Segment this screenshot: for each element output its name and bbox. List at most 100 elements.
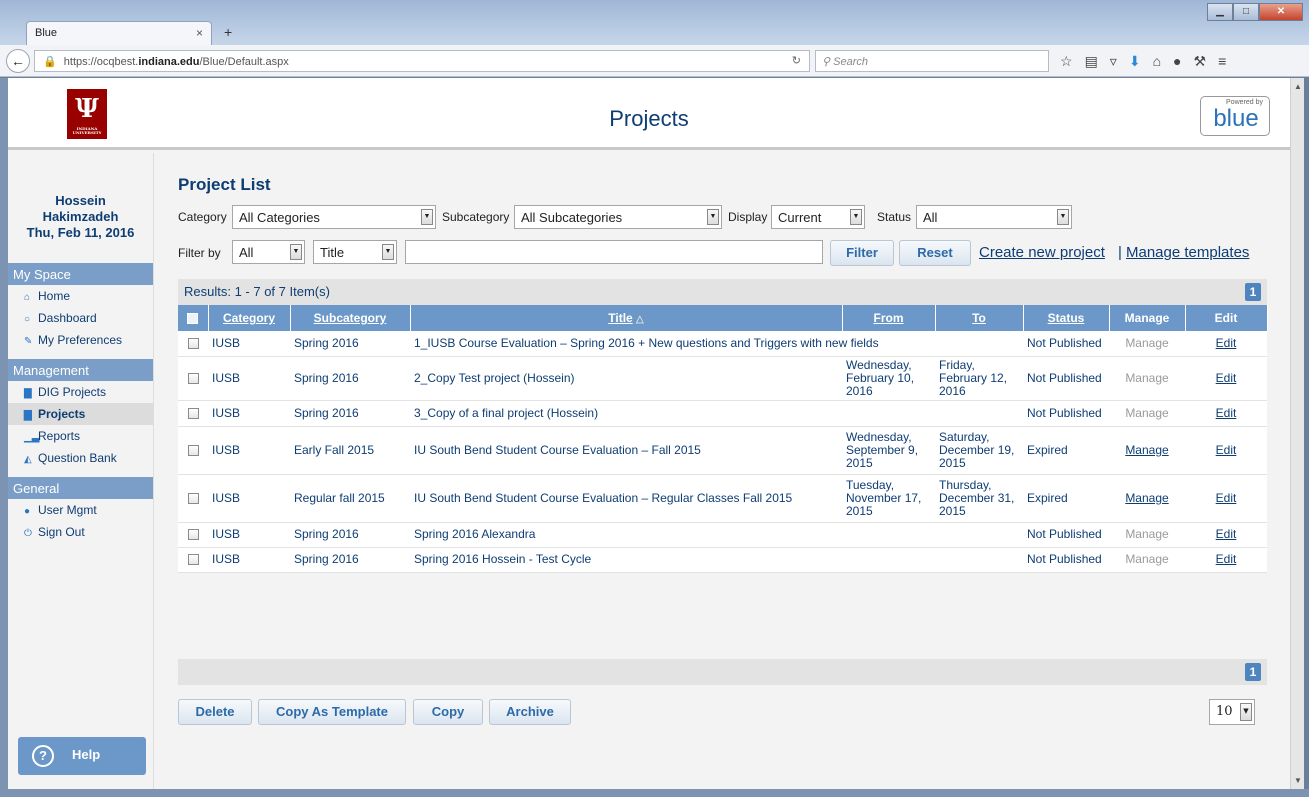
manage-link-disabled: Manage bbox=[1109, 522, 1185, 548]
cell-to: Saturday, December 19, 2015 bbox=[935, 426, 1023, 475]
cell-title: IU South Bend Student Course Evaluation … bbox=[410, 474, 842, 523]
manage-link[interactable]: Manage bbox=[1109, 474, 1185, 523]
page-number-bottom[interactable]: 1 bbox=[1245, 663, 1261, 681]
user-icon: ● bbox=[24, 506, 31, 517]
col-title[interactable]: Title △ bbox=[410, 305, 843, 331]
table-row: IUSB Spring 2016 Spring 2016 Hossein - T… bbox=[178, 547, 1267, 573]
edit-link[interactable]: Edit bbox=[1185, 547, 1267, 573]
edit-link[interactable]: Edit bbox=[1185, 522, 1267, 548]
manage-link-disabled: Manage bbox=[1109, 331, 1185, 357]
sidebar-item-reports[interactable]: ▁▃Reports bbox=[8, 425, 153, 447]
sidebar-item-preferences[interactable]: ✎ My Preferences bbox=[8, 329, 153, 351]
results-bar: Results: 1 - 7 of 7 Item(s) 1 bbox=[178, 279, 1267, 305]
col-subcategory[interactable]: Subcategory bbox=[290, 305, 411, 331]
sidebar-item-label: Home bbox=[38, 289, 71, 303]
status-select[interactable]: All ▼ bbox=[916, 205, 1072, 229]
display-select[interactable]: Current ▼ bbox=[771, 205, 865, 229]
sidebar-item-home[interactable]: ⌂ Home bbox=[8, 285, 153, 307]
filter-button[interactable]: Filter bbox=[830, 240, 894, 266]
copy-as-template-button[interactable]: Copy As Template bbox=[258, 699, 406, 725]
menu-icon[interactable]: ≡ bbox=[1218, 53, 1226, 70]
edit-link[interactable]: Edit bbox=[1185, 331, 1267, 357]
toolbar-icons: ☆ ▤ ▿ ⬇ ⌂ ● ⚒ ≡ bbox=[1060, 53, 1226, 70]
cell-category: IUSB bbox=[208, 331, 290, 357]
sidebar-item-label: User Mgmt bbox=[38, 503, 97, 517]
power-icon: ⏻ bbox=[24, 528, 32, 539]
back-arrow-icon[interactable]: ← bbox=[6, 49, 30, 73]
col-category[interactable]: Category bbox=[208, 305, 291, 331]
scroll-down-icon[interactable]: ▼ bbox=[1294, 776, 1302, 785]
scroll-up-icon[interactable]: ▲ bbox=[1294, 82, 1302, 91]
row-checkbox[interactable] bbox=[178, 400, 208, 427]
sidebar-section-management: Management bbox=[8, 359, 153, 381]
bookmark-star-icon[interactable]: ☆ bbox=[1060, 53, 1073, 70]
archive-button[interactable]: Archive bbox=[489, 699, 571, 725]
browser-tab[interactable]: Blue × bbox=[26, 21, 212, 45]
sidebar-item-question-bank[interactable]: ◭ Question Bank bbox=[8, 447, 153, 469]
row-checkbox[interactable] bbox=[178, 522, 208, 548]
sidebar-item-label: My Preferences bbox=[38, 333, 123, 347]
edit-link[interactable]: Edit bbox=[1185, 426, 1267, 475]
wrench-icon[interactable]: ⚒ bbox=[1194, 53, 1207, 70]
filter-text-input[interactable] bbox=[405, 240, 823, 264]
cell-category: IUSB bbox=[208, 522, 290, 548]
new-tab-icon[interactable]: + bbox=[224, 24, 232, 40]
cell-title: Spring 2016 Hossein - Test Cycle bbox=[410, 547, 842, 573]
subcategory-value: All Subcategories bbox=[521, 210, 623, 225]
url-bar[interactable]: 🔒 https://ocqbest.indiana.edu/Blue/Defau… bbox=[34, 50, 810, 72]
row-checkbox[interactable] bbox=[178, 474, 208, 523]
delete-button[interactable]: Delete bbox=[178, 699, 252, 725]
row-checkbox[interactable] bbox=[178, 356, 208, 401]
category-select[interactable]: All Categories ▼ bbox=[232, 205, 436, 229]
url-domain: indiana.edu bbox=[138, 56, 200, 68]
link-separator: | bbox=[1118, 244, 1122, 261]
col-from[interactable]: From bbox=[842, 305, 936, 331]
cell-from bbox=[842, 400, 935, 427]
edit-link[interactable]: Edit bbox=[1185, 474, 1267, 523]
chat-icon[interactable]: ● bbox=[1173, 53, 1181, 70]
home-icon[interactable]: ⌂ bbox=[1153, 53, 1161, 70]
search-input[interactable]: ⚲ Search bbox=[815, 50, 1049, 72]
row-checkbox[interactable] bbox=[178, 426, 208, 475]
cell-category: IUSB bbox=[208, 426, 290, 475]
filter-scope-select[interactable]: All ▼ bbox=[232, 240, 305, 264]
reading-list-icon[interactable]: ▤ bbox=[1085, 53, 1098, 70]
cell-to bbox=[935, 400, 1023, 427]
edit-link[interactable]: Edit bbox=[1185, 400, 1267, 427]
page-number-top[interactable]: 1 bbox=[1245, 283, 1261, 301]
col-to[interactable]: To bbox=[935, 305, 1024, 331]
sidebar-item-dig-projects[interactable]: ▇ DIG Projects bbox=[8, 381, 153, 403]
subcategory-select[interactable]: All Subcategories ▼ bbox=[514, 205, 722, 229]
row-checkbox[interactable] bbox=[178, 331, 208, 357]
edit-link[interactable]: Edit bbox=[1185, 356, 1267, 401]
display-label: Display bbox=[728, 210, 768, 224]
filter-field-select[interactable]: Title ▼ bbox=[313, 240, 397, 264]
manage-link[interactable]: Manage bbox=[1109, 426, 1185, 475]
cell-status: Not Published bbox=[1023, 331, 1109, 357]
page-size-select[interactable]: 10 ▼ bbox=[1209, 699, 1255, 725]
status-label: Status bbox=[877, 210, 912, 224]
maximize-icon[interactable]: □ bbox=[1233, 3, 1259, 21]
copy-button[interactable]: Copy bbox=[413, 699, 483, 725]
reset-button[interactable]: Reset bbox=[899, 240, 971, 266]
pocket-icon[interactable]: ▿ bbox=[1110, 53, 1117, 70]
sidebar-item-dashboard[interactable]: ○ Dashboard bbox=[8, 307, 153, 329]
tab-close-icon[interactable]: × bbox=[196, 26, 203, 40]
user-last-name: Hakimzadeh bbox=[42, 209, 119, 224]
sidebar-item-user-mgmt[interactable]: ● User Mgmt bbox=[8, 499, 153, 521]
download-icon[interactable]: ⬇ bbox=[1129, 53, 1141, 70]
page-scrollbar[interactable]: ▲ ▼ bbox=[1290, 78, 1304, 789]
select-all-checkbox[interactable] bbox=[178, 305, 209, 331]
cell-status: Expired bbox=[1023, 474, 1109, 523]
minimize-icon[interactable]: ▁ bbox=[1207, 3, 1233, 21]
reload-icon[interactable]: ↻ bbox=[792, 54, 801, 67]
manage-templates-link[interactable]: Manage templates bbox=[1126, 244, 1249, 261]
sidebar-item-sign-out[interactable]: ⏻ Sign Out bbox=[8, 521, 153, 543]
cell-to: Thursday, December 31, 2015 bbox=[935, 474, 1023, 523]
create-new-project-link[interactable]: Create new project bbox=[979, 244, 1105, 261]
col-status[interactable]: Status bbox=[1023, 305, 1110, 331]
sidebar-item-projects[interactable]: ▇ Projects bbox=[8, 403, 153, 425]
close-window-icon[interactable]: ✕ bbox=[1259, 3, 1303, 21]
help-button[interactable]: ? Help bbox=[18, 737, 146, 775]
row-checkbox[interactable] bbox=[178, 547, 208, 573]
